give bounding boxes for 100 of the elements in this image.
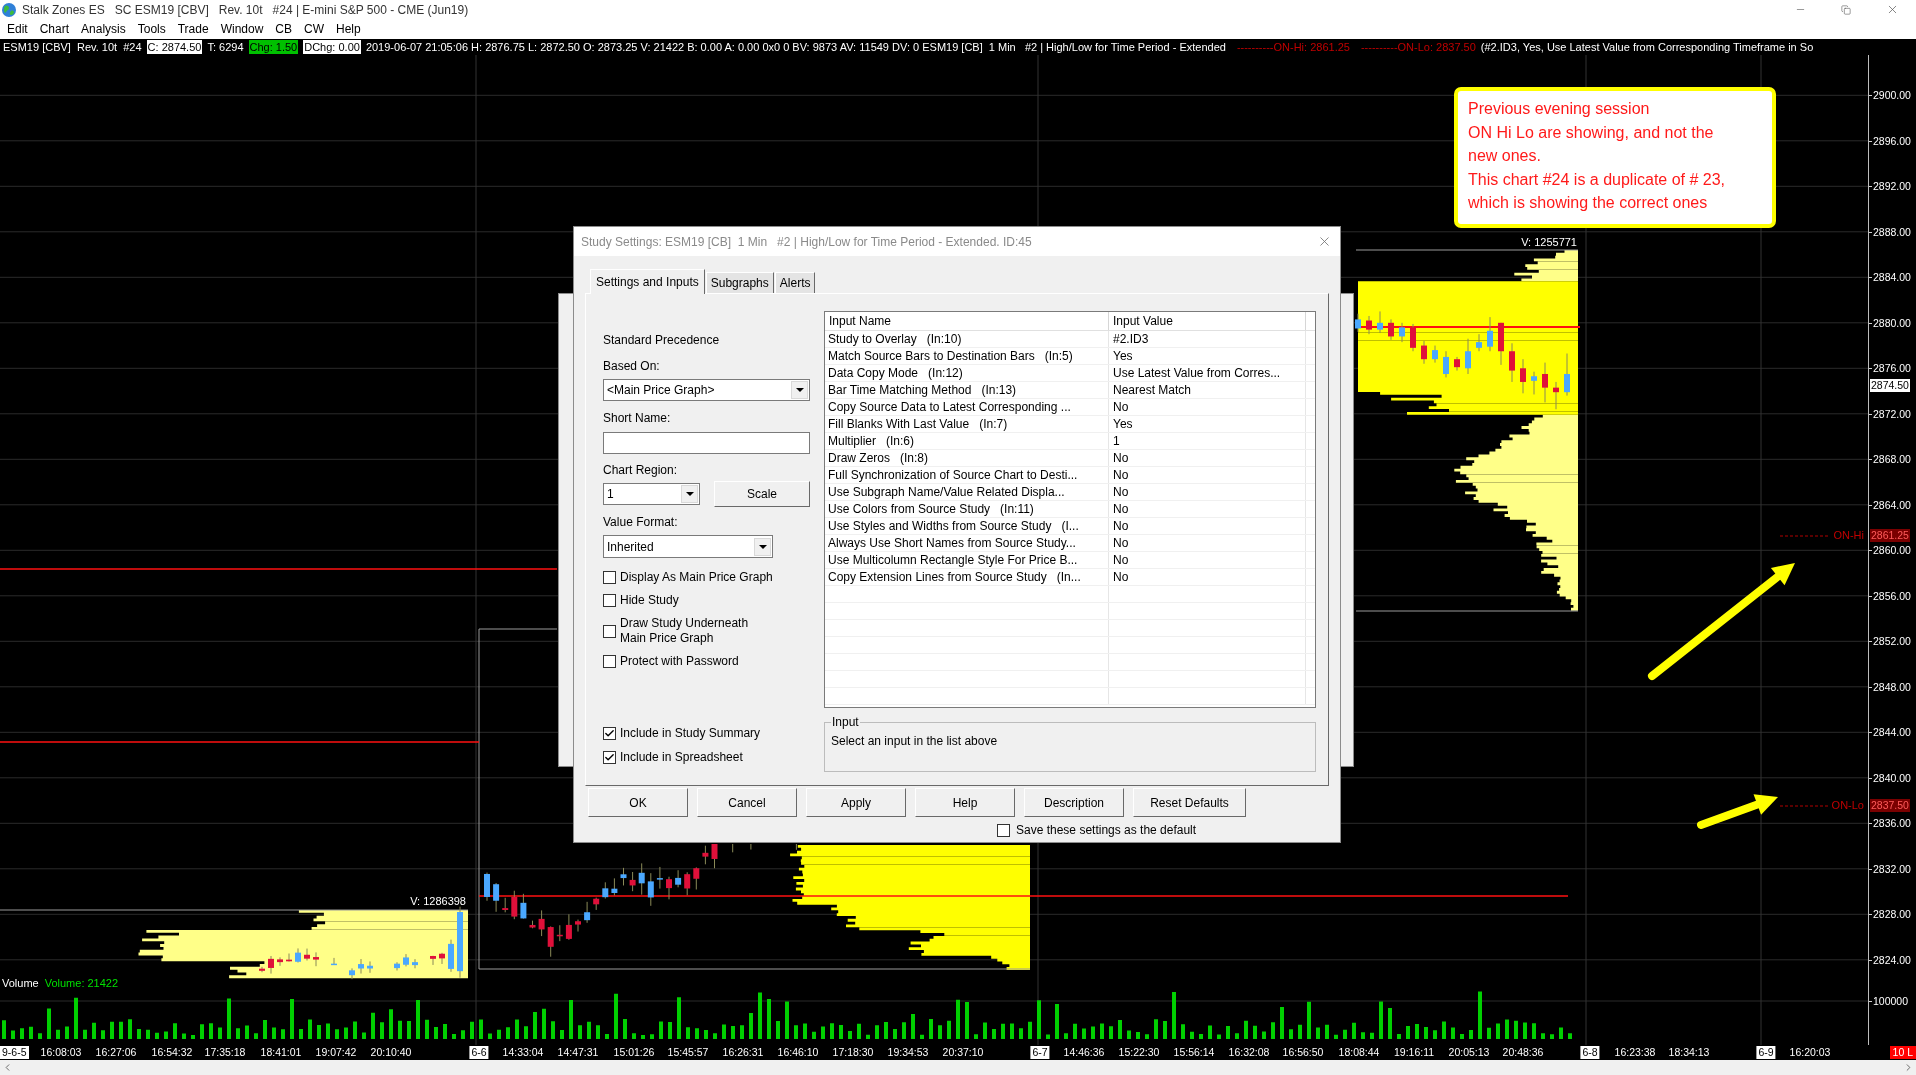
candlestick <box>556 924 563 942</box>
table-cell[interactable]: No <box>1109 467 1306 483</box>
candlestick <box>1410 323 1416 352</box>
time-tick-label: 20:37:10 <box>942 1046 984 1059</box>
volume-tick-label: 100000 <box>1873 995 1909 1007</box>
candlestick <box>439 952 445 965</box>
tab[interactable]: Settings and Inputs <box>590 269 705 294</box>
time-tick-label: 20:48:36 <box>1502 1046 1544 1059</box>
table-cell[interactable]: Multiplier (In:6) <box>825 433 1109 449</box>
text-input[interactable] <box>603 432 810 454</box>
checkbox-label[interactable]: Include in Study Summary <box>620 725 761 741</box>
table-cell[interactable]: Yes <box>1109 416 1306 432</box>
checkbox[interactable] <box>603 655 616 668</box>
checkbox[interactable] <box>603 624 616 638</box>
checkbox-label[interactable]: Save these settings as the default <box>1016 822 1197 838</box>
candlestick <box>1531 371 1537 395</box>
table-cell[interactable]: No <box>1109 484 1306 500</box>
time-tick-label: 16:23:38 <box>1614 1046 1656 1059</box>
table-cell[interactable]: Use Multicolumn Rectangle Style For Price B... <box>825 552 1109 568</box>
tab[interactable]: Alerts <box>774 272 816 293</box>
table-cell[interactable]: Bar Time Matching Method (In:13) <box>825 382 1109 398</box>
price-tick-label: 2900.00 <box>1873 89 1911 102</box>
table-cell[interactable]: Study to Overlay (In:10) <box>825 331 1109 347</box>
horizontal-scrollbar[interactable] <box>0 1060 1916 1075</box>
table-cell[interactable]: No <box>1109 450 1306 466</box>
table-cell[interactable]: Copy Source Data to Latest Corresponding ... <box>825 399 1109 415</box>
checkbox[interactable] <box>603 726 616 740</box>
time-tick-label: 16:56:50 <box>1282 1046 1324 1059</box>
table-cell[interactable]: No <box>1109 399 1306 415</box>
caret-icon <box>754 537 771 556</box>
table-cell[interactable]: Use Latest Value from Corres... <box>1109 365 1306 381</box>
dropdown[interactable]: Inherited <box>603 535 773 558</box>
candlestick <box>675 869 682 888</box>
dropdown[interactable]: 1 <box>603 483 700 505</box>
dropdown[interactable]: <Main Price Graph> <box>603 379 810 401</box>
checkbox[interactable] <box>603 750 616 764</box>
time-tick-label: 14:47:31 <box>557 1046 599 1059</box>
candlestick <box>611 877 618 896</box>
dialog-button[interactable]: Apply <box>806 788 906 817</box>
table-cell[interactable]: #2.ID3 <box>1109 331 1306 347</box>
table-cell[interactable]: No <box>1109 501 1306 517</box>
time-tick-label: 16:46:10 <box>777 1046 819 1059</box>
dialog-button[interactable]: Help <box>915 788 1015 817</box>
price-tick-label: 2852.00 <box>1873 635 1911 648</box>
checkbox-label[interactable]: Display As Main Price Graph <box>620 570 773 585</box>
menu-item[interactable]: Chart <box>33 20 76 38</box>
column-header[interactable]: Input Value <box>1109 312 1306 330</box>
candlestick <box>547 925 554 958</box>
table-cell[interactable]: Match Source Bars to Destination Bars (In:5) <box>825 348 1109 364</box>
checkbox-label[interactable]: Draw Study Underneath Main Price Graph <box>620 616 755 646</box>
menu-item[interactable]: Analysis <box>75 20 132 38</box>
table-cell[interactable]: Use Subgraph Name/Value Related Displa... <box>825 484 1109 500</box>
dialog-button[interactable]: Reset Defaults <box>1133 788 1246 817</box>
price-tick-label: 2836.00 <box>1873 817 1911 830</box>
price-tick-label: 2848.00 <box>1873 680 1911 693</box>
menu-item[interactable]: Help <box>330 20 367 38</box>
table-cell[interactable]: Draw Zeros (In:8) <box>825 450 1109 466</box>
scale-button[interactable]: Scale <box>714 481 810 507</box>
table-cell[interactable]: No <box>1109 535 1306 551</box>
dialog-button[interactable]: Description <box>1024 788 1124 817</box>
menu-item[interactable]: Window <box>214 20 270 38</box>
check-icon <box>604 727 615 739</box>
candlestick <box>349 967 355 980</box>
menu-item[interactable]: CW <box>298 20 330 38</box>
table-cell[interactable]: Copy Extension Lines from Source Study (In... <box>825 569 1109 585</box>
chart-info-text: ESM19 [CBV] Rev. 10t #24 <box>3 40 142 54</box>
time-tick-label: 18:34:13 <box>1668 1046 1710 1059</box>
dialog-button[interactable]: OK <box>588 788 688 817</box>
menu-item[interactable]: Tools <box>131 20 172 38</box>
menu-item[interactable]: CB <box>269 20 298 38</box>
menu-item[interactable]: Edit <box>1 20 34 38</box>
column-header[interactable]: Input Name <box>825 312 1109 330</box>
level-marker-label: ON-Hi <box>1833 529 1864 542</box>
checkbox[interactable] <box>603 594 616 607</box>
field-label: Value Format: <box>603 514 679 530</box>
table-cell[interactable]: Data Copy Mode (In:12) <box>825 365 1109 381</box>
table-cell[interactable]: Use Colors from Source Study (In:11) <box>825 501 1109 517</box>
tab[interactable]: Subgraphs <box>705 272 774 293</box>
candlestick <box>684 871 691 896</box>
checkbox-label[interactable]: Protect with Password <box>620 654 739 669</box>
table-cell[interactable]: Always Use Short Names from Source Study... <box>825 535 1109 551</box>
table-cell[interactable]: Nearest Match <box>1109 382 1306 398</box>
time-tick-label: 15:01:26 <box>613 1046 655 1059</box>
checkbox[interactable] <box>997 823 1010 837</box>
table-cell[interactable]: No <box>1109 569 1306 585</box>
table-cell[interactable]: 1 <box>1109 433 1306 449</box>
dialog-button[interactable]: Cancel <box>697 788 797 817</box>
checkbox[interactable] <box>603 571 616 584</box>
candlestick <box>313 951 319 967</box>
checkbox-label[interactable]: Hide Study <box>620 593 679 608</box>
checkbox-label[interactable]: Include in Spreadsheet <box>620 749 743 765</box>
table-cell[interactable]: Fill Blanks With Last Value (In:7) <box>825 416 1109 432</box>
time-tick-label: 15:22:30 <box>1118 1046 1160 1059</box>
table-cell[interactable]: Yes <box>1109 348 1306 364</box>
menu-item[interactable]: Trade <box>171 20 215 38</box>
table-cell[interactable]: Use Styles and Widths from Source Study (I... <box>825 518 1109 534</box>
candlestick <box>1443 350 1449 378</box>
table-cell[interactable]: No <box>1109 552 1306 568</box>
table-cell[interactable]: No <box>1109 518 1306 534</box>
table-cell[interactable]: Full Synchronization of Source Chart to Desti... <box>825 467 1109 483</box>
